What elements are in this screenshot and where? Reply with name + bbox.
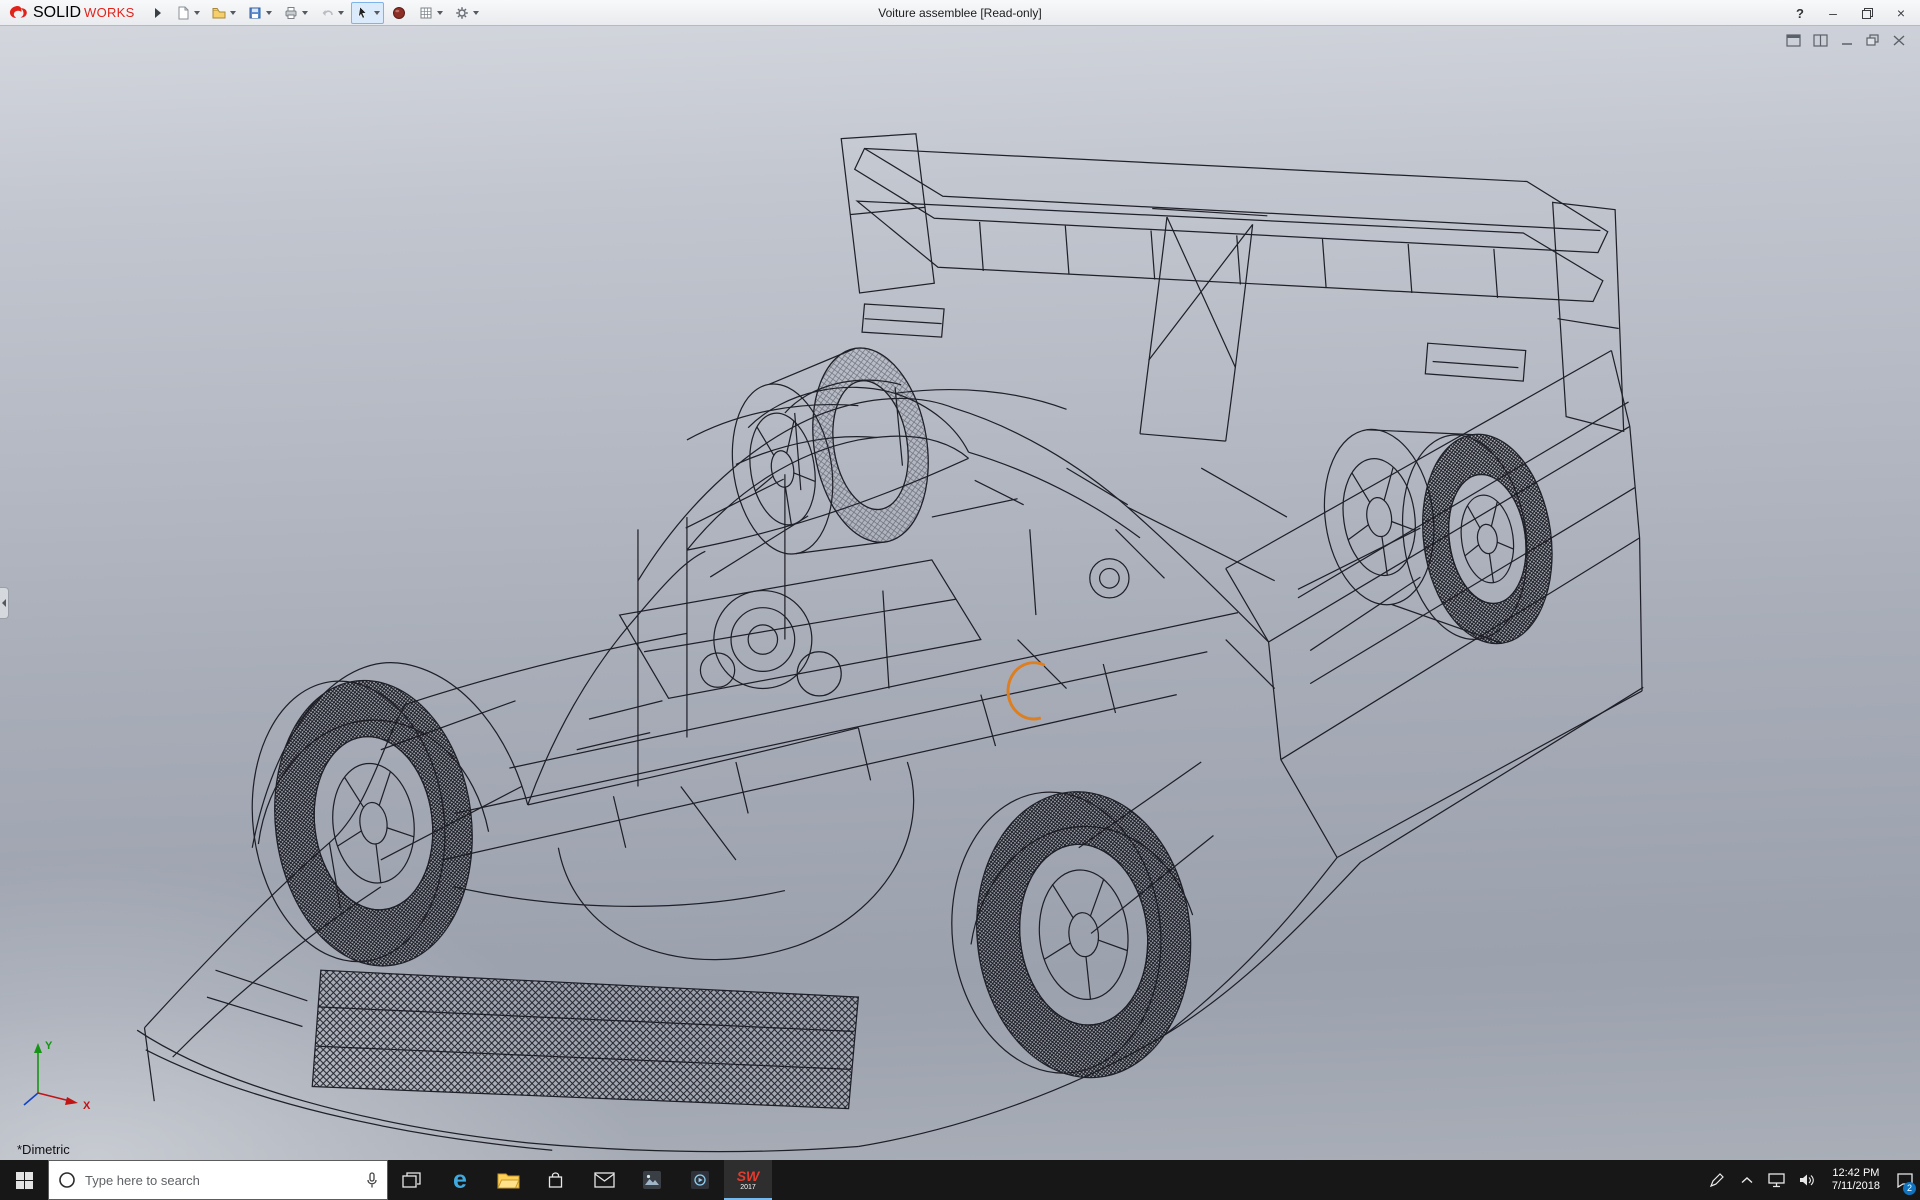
dropdown-caret xyxy=(194,11,200,15)
task-view-button[interactable] xyxy=(388,1160,436,1200)
y-axis-label: Y xyxy=(45,1040,53,1052)
save-icon xyxy=(247,5,263,21)
store-bag-icon xyxy=(547,1171,565,1190)
clock-date: 7/11/2018 xyxy=(1832,1180,1880,1193)
view-orientation-label: *Dimetric xyxy=(17,1142,70,1157)
solidworks-window: SOLIDWORKS xyxy=(0,0,1920,1200)
file-explorer-icon xyxy=(497,1171,520,1189)
app-icon-edge[interactable]: e xyxy=(436,1160,484,1200)
help-button[interactable]: ? xyxy=(1788,6,1812,21)
solidworks-logo: SOLIDWORKS xyxy=(0,4,141,22)
open-folder-icon xyxy=(211,5,227,21)
taskbar: e SW 2017 xyxy=(0,1160,1920,1200)
ds-logo-icon xyxy=(8,4,30,21)
brand-text-solid: SOLID xyxy=(33,4,81,22)
app-icon-file-explorer[interactable] xyxy=(484,1160,532,1200)
speaker-icon xyxy=(1798,1173,1815,1187)
dropdown-caret xyxy=(437,11,443,15)
start-button[interactable] xyxy=(0,1160,48,1200)
x-axis-arrow xyxy=(65,1097,78,1105)
taskbar-search[interactable] xyxy=(48,1160,388,1200)
close-button[interactable]: × xyxy=(1888,2,1914,24)
gear-icon xyxy=(454,5,470,21)
dropdown-caret xyxy=(473,11,479,15)
properties-grid-icon xyxy=(418,5,434,21)
tray-icon-network[interactable] xyxy=(1762,1160,1792,1200)
wireframe-model[interactable] xyxy=(0,26,1920,1160)
dropdown-caret xyxy=(302,11,308,15)
tray-icon-pen[interactable] xyxy=(1702,1160,1732,1200)
doc-minimize-button[interactable] xyxy=(1840,34,1854,47)
tray-icon-volume[interactable] xyxy=(1792,1160,1822,1200)
photos-icon xyxy=(643,1171,661,1189)
doc-restore-button[interactable] xyxy=(1866,34,1880,47)
select-button[interactable] xyxy=(351,2,384,24)
minimize-button[interactable]: – xyxy=(1820,2,1846,24)
action-center-button[interactable]: 2 xyxy=(1890,1160,1920,1200)
document-window-controls xyxy=(1786,34,1906,47)
titlebar: SOLIDWORKS xyxy=(0,0,1920,26)
save-button[interactable] xyxy=(243,2,276,24)
app-icon-photos[interactable] xyxy=(628,1160,676,1200)
system-tray: 12:42 PM 7/11/2018 2 xyxy=(1702,1160,1920,1200)
quick-toolbar xyxy=(171,2,483,24)
appearance-sphere-icon xyxy=(391,5,407,21)
media-player-icon xyxy=(691,1171,709,1189)
doc-window-button-2[interactable] xyxy=(1813,34,1828,47)
select-cursor-icon xyxy=(355,5,371,21)
app-icon-mail[interactable] xyxy=(580,1160,628,1200)
edit-appearance-button[interactable] xyxy=(387,2,411,24)
dropdown-caret xyxy=(338,11,344,15)
print-icon xyxy=(283,5,299,21)
dropdown-caret xyxy=(266,11,272,15)
doc-window-button-1[interactable] xyxy=(1786,34,1801,47)
window-controls: ? – × xyxy=(1788,0,1914,26)
dropdown-caret xyxy=(374,11,380,15)
doc-close-button[interactable] xyxy=(1892,34,1906,47)
restore-button[interactable] xyxy=(1854,2,1880,24)
show-hidden-icons-button[interactable] xyxy=(1732,1160,1762,1200)
microphone-icon[interactable] xyxy=(365,1171,379,1189)
car-wireframe xyxy=(137,134,1643,1152)
orientation-triad: Y X xyxy=(8,1031,108,1126)
feature-pane-flyout-tab[interactable] xyxy=(0,587,9,619)
search-input[interactable] xyxy=(85,1173,357,1188)
solidworks-taskbar-icon: SW 2017 xyxy=(737,1169,760,1191)
new-document-button[interactable] xyxy=(171,2,204,24)
cortana-icon xyxy=(57,1170,77,1190)
notification-badge: 2 xyxy=(1903,1182,1916,1195)
document-title: Voiture assemblee [Read-only] xyxy=(878,6,1041,20)
graphics-area[interactable]: Y X *Dimetric xyxy=(0,26,1920,1160)
task-view-icon xyxy=(402,1171,422,1190)
app-icon-store[interactable] xyxy=(532,1160,580,1200)
options-button[interactable] xyxy=(450,2,483,24)
undo-button[interactable] xyxy=(315,2,348,24)
edge-icon: e xyxy=(453,1168,467,1193)
open-button[interactable] xyxy=(207,2,240,24)
chevron-left-icon xyxy=(2,599,6,607)
undo-icon xyxy=(319,5,335,21)
network-icon xyxy=(1768,1173,1785,1188)
print-button[interactable] xyxy=(279,2,312,24)
menu-flyout-arrow[interactable] xyxy=(155,8,161,18)
y-axis-arrow xyxy=(34,1043,42,1053)
mail-envelope-icon xyxy=(594,1172,615,1188)
app-icon-media[interactable] xyxy=(676,1160,724,1200)
dropdown-caret xyxy=(230,11,236,15)
clock-time: 12:42 PM xyxy=(1832,1167,1879,1180)
windows-logo-icon xyxy=(16,1172,33,1189)
new-document-icon xyxy=(175,5,191,21)
chevron-up-icon xyxy=(1741,1176,1753,1184)
app-icon-solidworks[interactable]: SW 2017 xyxy=(724,1160,772,1200)
restore-icon xyxy=(1862,8,1873,19)
pen-icon xyxy=(1709,1173,1724,1188)
x-axis-label: X xyxy=(83,1100,91,1112)
brand-text-works: WORKS xyxy=(84,5,135,20)
taskbar-clock[interactable]: 12:42 PM 7/11/2018 xyxy=(1822,1160,1890,1200)
z-axis-stub xyxy=(24,1093,38,1105)
file-properties-button[interactable] xyxy=(414,2,447,24)
